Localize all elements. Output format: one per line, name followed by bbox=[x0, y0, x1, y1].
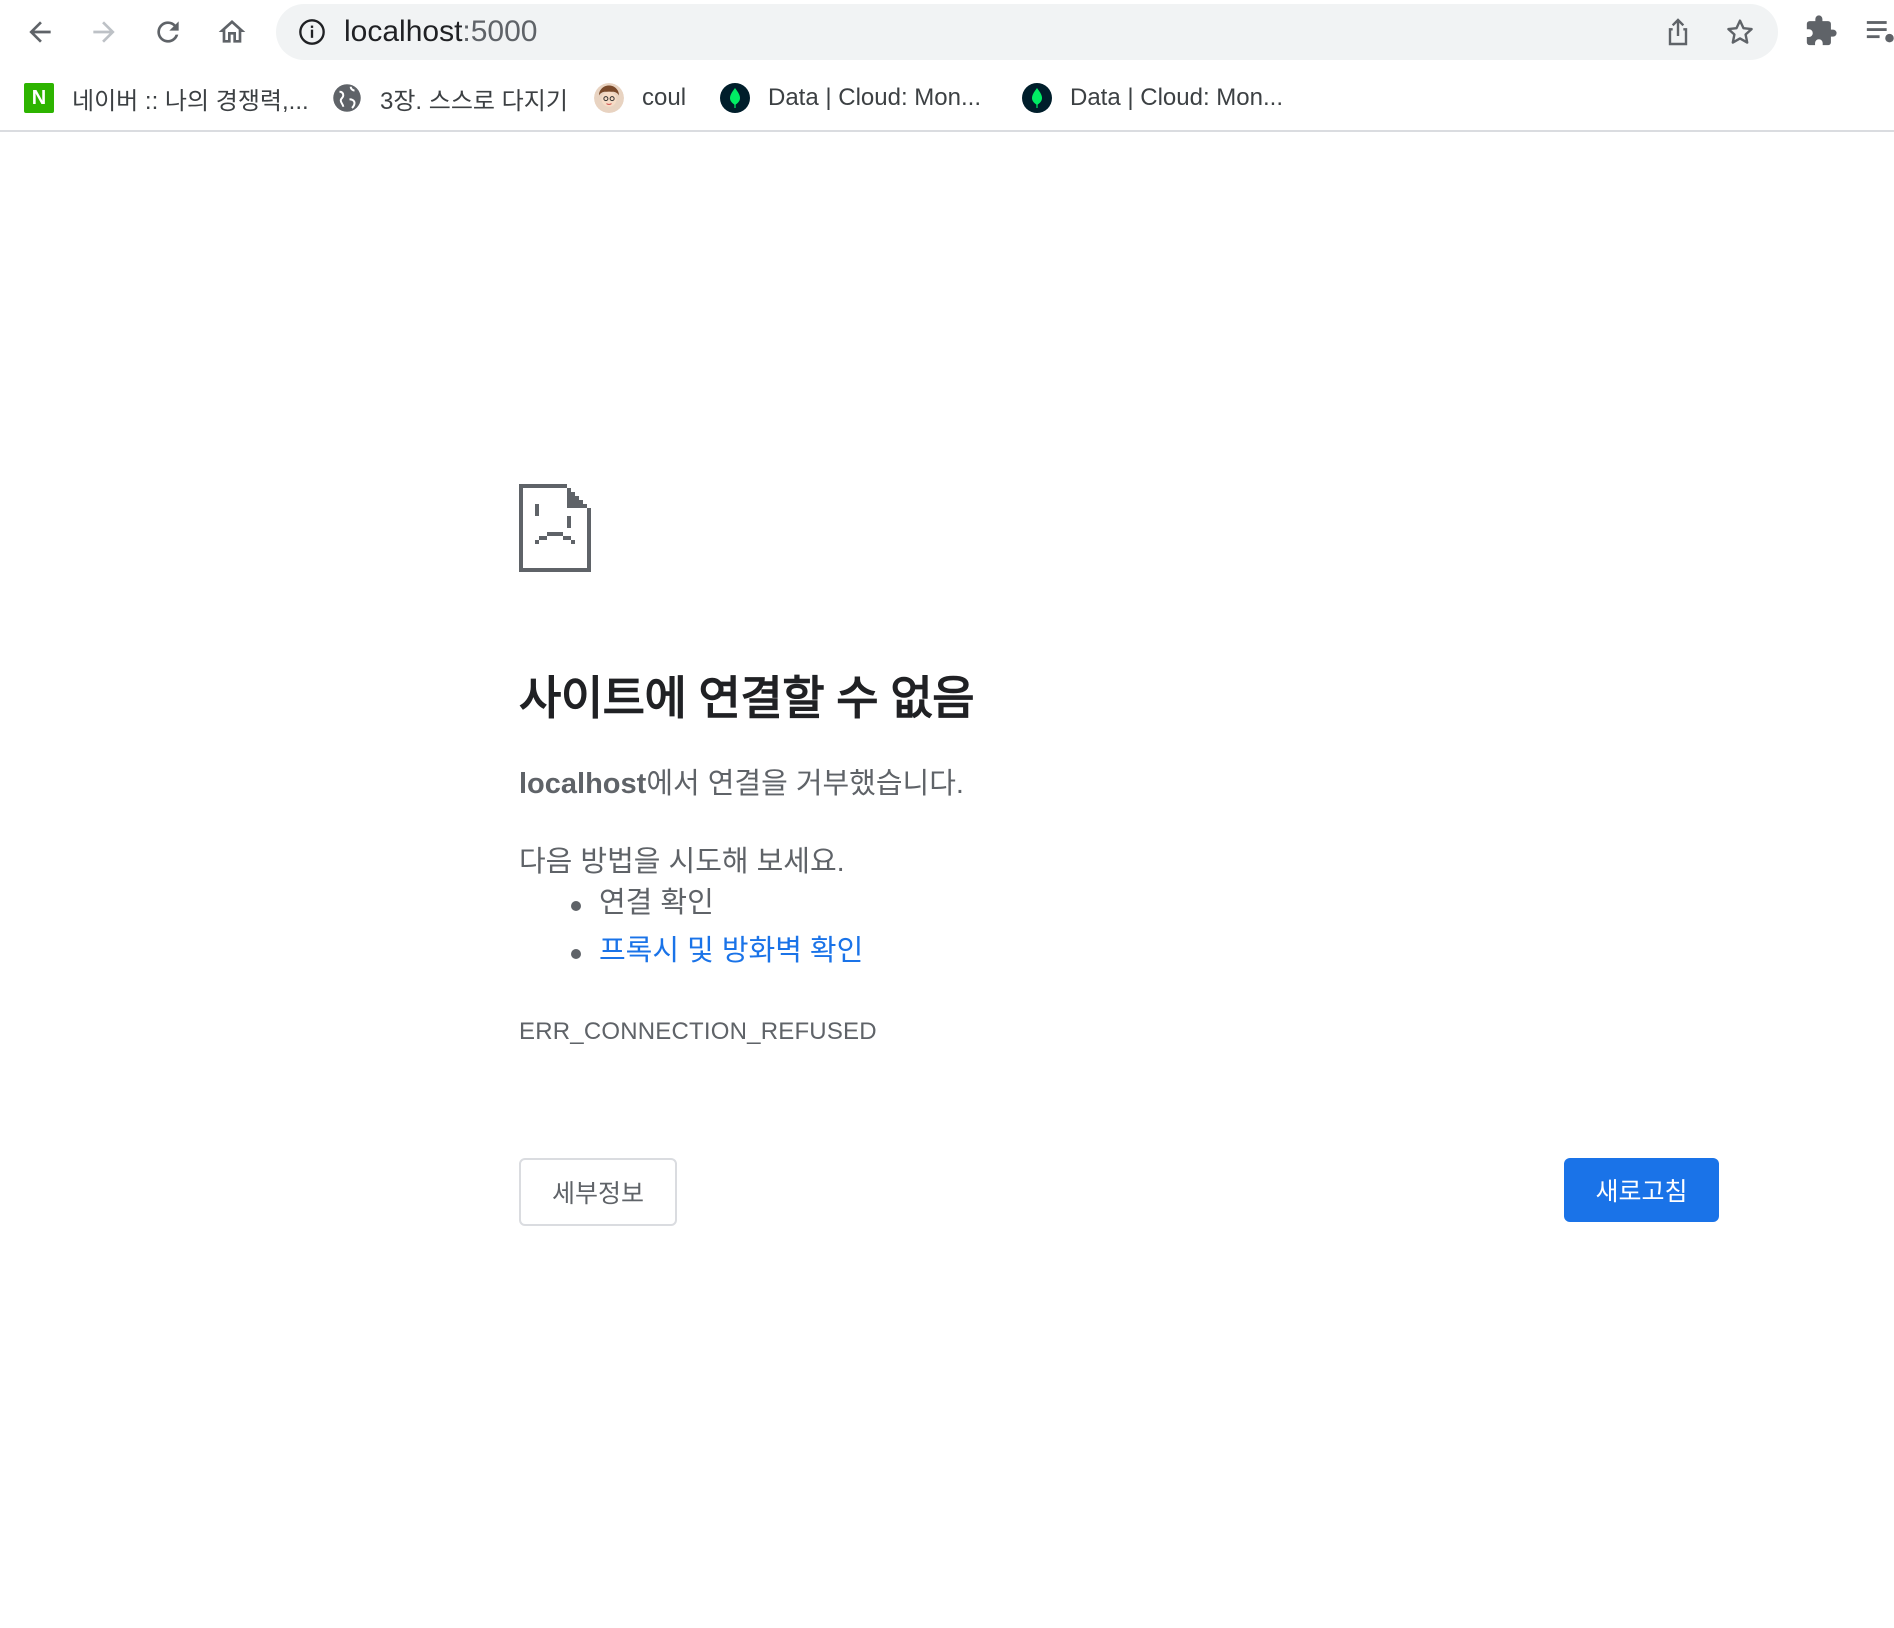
bookmark-label: Data | Cloud: Mon... bbox=[768, 84, 981, 111]
back-button[interactable] bbox=[20, 12, 60, 52]
bookmarks-bar: N 네이버 :: 나의 경쟁력,... 3장. 스스로 다지기 coul Dat… bbox=[0, 72, 1894, 132]
browser-toolbar: localhost:5000 bbox=[0, 0, 1894, 64]
url-text[interactable]: localhost:5000 bbox=[344, 16, 537, 48]
site-info-icon[interactable] bbox=[298, 18, 326, 46]
sad-page-icon bbox=[519, 484, 591, 572]
details-button[interactable]: 세부정보 bbox=[519, 1158, 677, 1226]
url-port: :5000 bbox=[462, 15, 538, 48]
bookmark-label: coul bbox=[642, 84, 687, 111]
mongodb-leaf-icon bbox=[720, 83, 750, 113]
mongodb-leaf-icon bbox=[1022, 83, 1052, 113]
naver-favicon: N bbox=[24, 83, 54, 113]
home-icon bbox=[218, 20, 246, 43]
bookmark-item[interactable]: N 네이버 :: 나의 경쟁력,... bbox=[24, 78, 309, 118]
bookmark-label: Data | Cloud: Mon... bbox=[1070, 84, 1283, 111]
share-icon[interactable] bbox=[1662, 16, 1694, 48]
reload-icon bbox=[157, 21, 179, 43]
bookmark-item[interactable]: Data | Cloud: Mon... bbox=[1022, 78, 1283, 118]
bookmark-item[interactable]: Data | Cloud: Mon... bbox=[720, 78, 981, 118]
error-title: 사이트에 연결할 수 없음 bbox=[519, 672, 975, 724]
error-code: ERR_CONNECTION_REFUSED bbox=[519, 1018, 877, 1045]
error-description-text: 에서 연결을 거부했습니다. bbox=[646, 768, 964, 800]
globe-icon bbox=[333, 84, 361, 112]
suggestion-check-connection: 연결 확인 bbox=[571, 886, 863, 934]
home-button[interactable] bbox=[212, 12, 252, 52]
bookmark-star-icon[interactable] bbox=[1724, 16, 1756, 48]
suggestions-list: 연결 확인 프록시 및 방화벽 확인 bbox=[571, 886, 863, 982]
suggestions-heading: 다음 방법을 시도해 보세요. bbox=[519, 846, 845, 878]
reload-button[interactable]: 새로고침 bbox=[1564, 1158, 1719, 1222]
bookmark-item[interactable]: coul bbox=[594, 78, 686, 118]
forward-button[interactable] bbox=[84, 12, 124, 52]
forward-arrow-icon bbox=[93, 21, 115, 43]
error-host: localhost bbox=[519, 768, 647, 800]
url-host: localhost bbox=[344, 15, 463, 48]
error-description: localhost에서 연결을 거부했습니다. bbox=[519, 760, 964, 802]
suggestion-check-proxy-firewall-link[interactable]: 프록시 및 방화벽 확인 bbox=[599, 935, 863, 967]
reload-toolbar-button[interactable] bbox=[148, 12, 188, 52]
bookmark-item[interactable]: 3장. 스스로 다지기 bbox=[332, 78, 568, 118]
bookmark-label: 3장. 스스로 다지기 bbox=[380, 87, 568, 115]
reading-list-icon[interactable] bbox=[1864, 14, 1894, 48]
extensions-puzzle-icon[interactable] bbox=[1804, 14, 1838, 48]
suggestion-item: 프록시 및 방화벽 확인 bbox=[571, 934, 863, 982]
bookmark-label: 네이버 :: 나의 경쟁력,... bbox=[72, 87, 309, 115]
back-arrow-icon bbox=[29, 21, 51, 43]
address-bar[interactable]: localhost:5000 bbox=[276, 4, 1778, 60]
avatar-favicon bbox=[594, 83, 624, 113]
